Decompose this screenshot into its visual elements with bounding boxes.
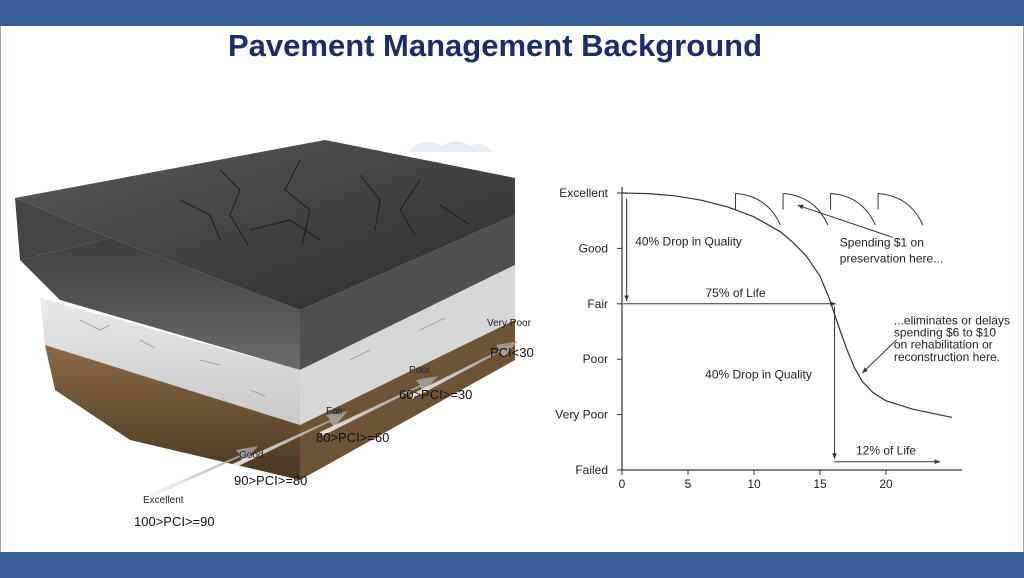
chart-svg: Excellent Good Fair Poor Very Poor Failed 0 5 10… (555, 186, 1010, 491)
top-banner (0, 0, 1024, 26)
x-tick-label: 0 (619, 477, 626, 491)
preservation-curve (735, 193, 781, 226)
bottom-banner (0, 552, 1024, 578)
spending-pointer (797, 204, 893, 238)
life-75-arrow-head (830, 301, 836, 307)
condition-label-very-poor: Very Poor (487, 318, 531, 329)
preservation-curve (878, 193, 924, 226)
pci-range-good: 90>PCI>=80 (234, 473, 308, 488)
spending-pointer-head (797, 204, 804, 210)
eliminates-pointer (861, 339, 897, 374)
annotation-drop-quality-bottom: 40% Drop in Quality (705, 368, 812, 382)
condition-label-excellent: Excellent (143, 495, 184, 506)
x-tick-label: 15 (813, 477, 827, 491)
y-tick-label: Good (579, 241, 608, 255)
y-tick-label: Poor (583, 352, 608, 366)
condition-label-fair: Fair (326, 406, 344, 417)
preservation-curve (783, 193, 829, 226)
y-tick-label: Very Poor (555, 408, 608, 422)
x-tick-label: 10 (747, 477, 761, 491)
annotation-life-75: 75% of Life (705, 286, 765, 300)
annotation-life-12: 12% of Life (856, 443, 916, 457)
deterioration-chart: Excellent Good Fair Poor Very Poor Failed 0 5 10… (540, 150, 1024, 500)
condition-label-good: Good (239, 450, 264, 461)
annotation-spending-line2: preservation here... (840, 251, 943, 265)
y-tick-label: Excellent (559, 186, 608, 200)
y-tick-label: Fair (587, 297, 608, 311)
annotation-drop-quality-top: 40% Drop in Quality (635, 235, 742, 249)
pci-range-excellent: 100>PCI>=90 (134, 514, 215, 529)
deterioration-curve (621, 192, 953, 418)
drop-arrow-top-head (624, 295, 629, 302)
pci-range-fair: 80>PCI>=60 (316, 430, 390, 445)
x-tick-label: 5 (685, 477, 692, 491)
drop-arrow-bottom-head (832, 453, 837, 459)
annotation-eliminates-line4: reconstruction here. (894, 350, 1000, 364)
condition-label-poor: Poor (409, 365, 431, 376)
annotation-spending-line1: Spending $1 on (840, 236, 924, 250)
slide-title: Pavement Management Background (227, 28, 763, 63)
preservation-curve (830, 193, 876, 226)
life-12-arrow-head (934, 459, 941, 465)
pci-range-very-poor: PCI<30 (490, 345, 534, 360)
pavement-cross-section: Excellent 100>PCI>=90 Good 90>PCI>=80 Fa… (0, 120, 540, 540)
y-tick-label: Failed (575, 463, 608, 477)
x-tick-label: 20 (879, 477, 893, 491)
pci-range-poor: 60>PCI>=30 (399, 387, 473, 402)
